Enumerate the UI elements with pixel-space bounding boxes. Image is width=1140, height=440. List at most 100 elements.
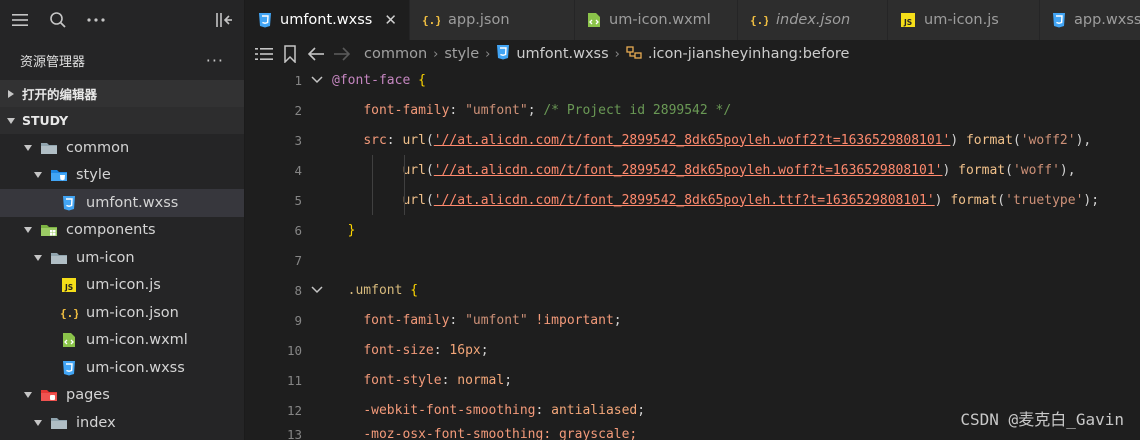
tab-label: um-icon.js bbox=[924, 12, 999, 28]
watermark: CSDN @麦克白_Gavin bbox=[960, 410, 1124, 429]
folder-red-icon bbox=[40, 387, 58, 403]
breadcrumb-item-file[interactable]: umfont.wxss bbox=[516, 46, 608, 62]
tree-item-um-icon-wxml[interactable]: um-icon.wxml bbox=[0, 327, 244, 355]
file-tree: common style umfont.wxss components um-icon J… bbox=[0, 134, 244, 437]
line-number: 12 bbox=[286, 402, 302, 418]
fold-chevron-icon[interactable] bbox=[302, 280, 332, 300]
tab-um-icon-js[interactable]: JS um-icon.js bbox=[888, 0, 1040, 40]
tree-item-label: index bbox=[76, 414, 116, 431]
font-url-link[interactable]: '//at.alicdn.com/t/font_2899542_8dk65poy… bbox=[434, 163, 943, 178]
tab-label: app.wxss bbox=[1074, 12, 1140, 28]
tree-item-pages[interactable]: pages bbox=[0, 382, 244, 410]
folder-icon bbox=[40, 140, 58, 156]
format-string: 'woff' bbox=[1012, 162, 1060, 178]
explorer-header: 资源管理器 ··· bbox=[0, 40, 244, 80]
line-number: 5 bbox=[294, 192, 302, 208]
fold-chevron-icon[interactable] bbox=[302, 70, 332, 90]
tree-item-common[interactable]: common bbox=[0, 134, 244, 162]
explorer-more-icon[interactable]: ··· bbox=[206, 51, 224, 70]
tree-item-um-icon-wxss[interactable]: um-icon.wxss bbox=[0, 354, 244, 382]
editor-tabs: umfont.wxss ✕ {.} app.json um-icon.wxml {.} in… bbox=[246, 0, 1140, 40]
tree-item-label: um-icon.wxml bbox=[86, 332, 188, 348]
tab-app-wxss[interactable]: app.wxss bbox=[1040, 0, 1140, 40]
bookmark-icon[interactable] bbox=[280, 44, 300, 64]
code-line: 7 bbox=[246, 245, 1140, 275]
function-name: url bbox=[402, 192, 426, 208]
wxml-icon bbox=[587, 12, 601, 28]
back-arrow-icon[interactable] bbox=[306, 44, 326, 64]
tab-app-json[interactable]: {.} app.json bbox=[410, 0, 575, 40]
tab-label: index.json bbox=[776, 12, 851, 28]
wxss-icon bbox=[60, 360, 78, 376]
line-number: 1 bbox=[294, 72, 302, 88]
function-name: format bbox=[965, 132, 1013, 148]
chevron-right-icon: › bbox=[433, 46, 439, 62]
open-editors-section[interactable]: 打开的编辑器 bbox=[0, 80, 244, 107]
open-editors-label: 打开的编辑器 bbox=[22, 87, 98, 102]
tree-item-umfont-wxss[interactable]: umfont.wxss bbox=[0, 189, 244, 217]
property-name: font-style bbox=[363, 372, 442, 388]
folder-green-icon bbox=[40, 222, 58, 238]
code-line: 8 .umfont { bbox=[246, 275, 1140, 305]
code-line: 4 url('//at.alicdn.com/t/font_2899542_8d… bbox=[246, 155, 1140, 185]
collapse-sidebar-icon[interactable] bbox=[212, 8, 236, 32]
search-icon[interactable] bbox=[46, 8, 70, 32]
workspace-section[interactable]: STUDY bbox=[0, 107, 244, 134]
property-value: antialiased bbox=[551, 402, 638, 418]
partial-code-text: -moz-osx-font-smoothing: grayscale; bbox=[363, 426, 638, 440]
close-brace: } bbox=[347, 222, 356, 238]
more-actions-icon[interactable] bbox=[84, 8, 108, 32]
tab-um-icon-wxml[interactable]: um-icon.wxml bbox=[575, 0, 738, 40]
property-name: font-family bbox=[363, 102, 450, 118]
tree-item-label: style bbox=[76, 167, 111, 183]
property-value: "umfont" bbox=[465, 312, 528, 328]
svg-text:{.}: {.} bbox=[750, 14, 768, 27]
line-number: 6 bbox=[294, 222, 302, 238]
forward-arrow-icon[interactable] bbox=[332, 44, 352, 64]
tree-item-um-icon[interactable]: um-icon bbox=[0, 244, 244, 272]
tree-item-um-icon-json[interactable]: {.} um-icon.json bbox=[0, 299, 244, 327]
code-line: 6 } bbox=[246, 215, 1140, 245]
property-name: font-family bbox=[363, 312, 450, 328]
line-number: 10 bbox=[286, 342, 302, 358]
tree-item-style[interactable]: style bbox=[0, 162, 244, 190]
folder-icon bbox=[50, 415, 68, 431]
json-icon: {.} bbox=[60, 305, 78, 321]
css-file-icon bbox=[496, 44, 510, 64]
chevron-down-icon bbox=[30, 415, 46, 431]
property-value: 16px bbox=[449, 342, 481, 358]
tab-umfont-wxss[interactable]: umfont.wxss ✕ bbox=[246, 0, 410, 40]
chevron-right-icon: › bbox=[485, 46, 491, 62]
svg-text:{.}: {.} bbox=[422, 14, 440, 27]
breadcrumb-item-style[interactable]: style bbox=[444, 46, 479, 62]
open-brace: { bbox=[410, 282, 419, 298]
breadcrumb-item-symbol[interactable]: .icon-jiansheyinhang:before bbox=[648, 46, 850, 62]
close-icon[interactable]: ✕ bbox=[384, 11, 397, 29]
chevron-down-icon bbox=[30, 250, 46, 266]
line-number: 4 bbox=[294, 162, 302, 178]
function-name: url bbox=[402, 162, 426, 178]
workspace-label: STUDY bbox=[22, 113, 69, 128]
tree-item-um-icon-js[interactable]: JS um-icon.js bbox=[0, 272, 244, 300]
breadcrumb: common › style › umfont.wxss › .icon-jia… bbox=[246, 40, 1140, 68]
tree-item-label: um-icon.js bbox=[86, 277, 161, 293]
folder-icon bbox=[50, 250, 68, 266]
list-icon[interactable] bbox=[254, 44, 274, 64]
tree-item-label: umfont.wxss bbox=[86, 194, 179, 211]
menu-icon[interactable] bbox=[8, 8, 32, 32]
line-number: 11 bbox=[286, 372, 302, 388]
tree-item-label: common bbox=[66, 139, 130, 156]
tree-item-index[interactable]: index bbox=[0, 409, 244, 437]
breadcrumb-item-common[interactable]: common bbox=[364, 46, 427, 62]
function-name: format bbox=[958, 162, 1006, 178]
important-keyword: !important bbox=[535, 312, 614, 328]
tree-item-components[interactable]: components bbox=[0, 217, 244, 245]
code-editor[interactable]: 1 @font-face { 2 font-family: "umfont"; … bbox=[246, 65, 1140, 440]
font-url-link[interactable]: '//at.alicdn.com/t/font_2899542_8dk65poy… bbox=[434, 133, 951, 148]
wxml-icon bbox=[60, 332, 78, 348]
font-url-link[interactable]: '//at.alicdn.com/t/font_2899542_8dk65poy… bbox=[434, 193, 935, 208]
tab-index-json[interactable]: {.} index.json bbox=[738, 0, 888, 40]
wxss-icon bbox=[258, 12, 272, 28]
